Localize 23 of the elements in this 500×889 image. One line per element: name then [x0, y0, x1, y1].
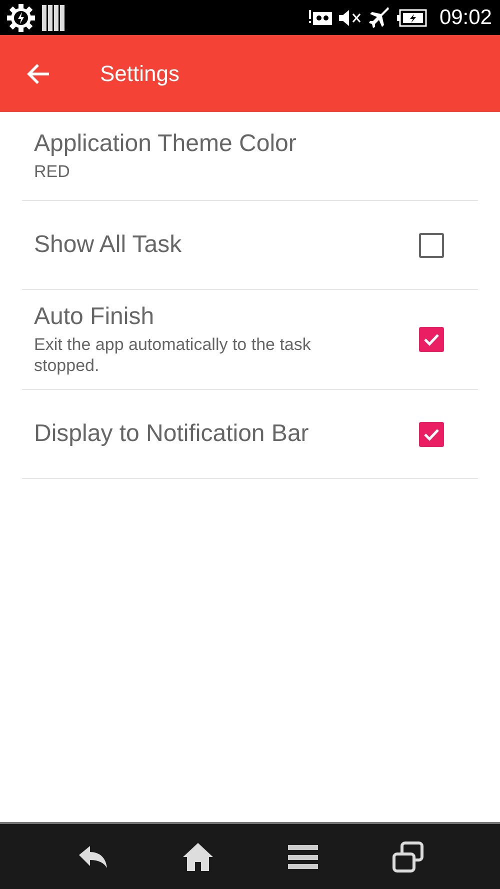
gear-icon [6, 2, 36, 32]
setting-title: Auto Finish [34, 303, 156, 332]
voicemail-icon [309, 8, 334, 28]
checkmark-icon [423, 333, 440, 346]
clock-time: 09:02 [439, 6, 492, 30]
setting-summary: Exit the app automatically to the task stopped. [34, 335, 312, 376]
checkbox[interactable] [419, 327, 444, 352]
back-icon[interactable] [76, 844, 108, 870]
checkbox[interactable] [419, 232, 444, 258]
setting-title: Application Theme Color [34, 130, 298, 158]
mute-icon [339, 8, 364, 26]
checkbox[interactable] [419, 422, 444, 446]
menu-icon[interactable] [286, 844, 318, 870]
airplane-icon [369, 6, 392, 28]
bars-icon [42, 4, 66, 32]
battery-icon [397, 8, 428, 28]
setting-title: Display to Notification Bar [34, 420, 310, 448]
setting-value: RED [34, 162, 71, 182]
app-bar-title: Settings [100, 60, 180, 86]
setting-title: Show All Task [34, 231, 183, 259]
recent-apps-icon[interactable] [392, 840, 424, 872]
home-icon[interactable] [182, 842, 214, 872]
checkmark-icon [423, 428, 440, 440]
